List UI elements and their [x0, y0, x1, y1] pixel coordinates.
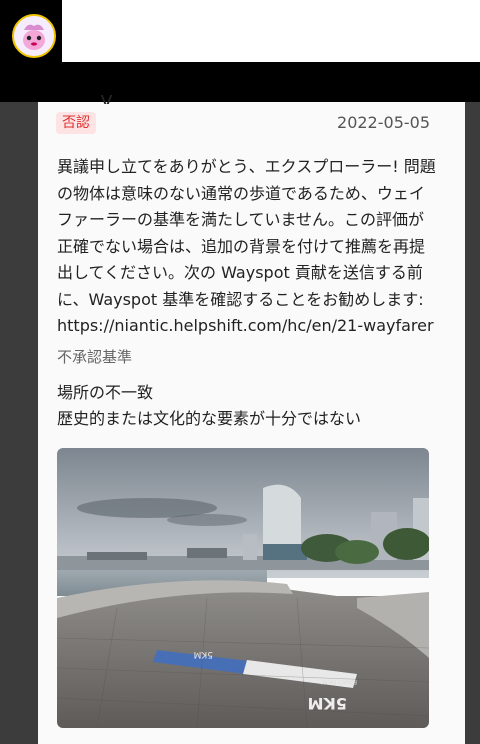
pavement-marking-far: 5KM	[194, 649, 213, 659]
message-line: 出してください。次の Wayspot 貢献を送信する前	[57, 263, 423, 282]
avatar[interactable]	[12, 14, 56, 58]
message-line: 異議申し立てをありがとう、エクスプローラー! 問題	[57, 157, 436, 176]
status-badge: 否認	[56, 112, 96, 134]
rejection-reasons: 場所の不一致 歴史的または文化的な要素が十分ではない	[57, 380, 361, 432]
rejection-criteria-title: 不承認基準	[57, 348, 133, 366]
rejection-message: 異議申し立てをありがとう、エクスプローラー! 問題 の物体は意味のない通常の歩道…	[57, 154, 436, 340]
reason-item: 歴史的または文化的な要素が十分ではない	[57, 409, 362, 428]
avatar-icon	[14, 16, 54, 56]
waterfront-walkway-image: 5KM 5KM RINKO PARK	[57, 448, 429, 728]
header-panel	[62, 0, 480, 62]
review-date: 2022-05-05	[337, 113, 430, 132]
pavement-marking-park: RINKO PARK	[320, 678, 357, 685]
message-line: 正確でない場合は、追加の背景を付けて推薦を再提	[57, 236, 426, 256]
message-line: に、Wayspot 基準を確認することをお勧めします:	[57, 289, 424, 309]
card-title-partial: y	[100, 90, 114, 104]
help-link[interactable]: https://niantic.helpshift.com/hc/en/21-w…	[57, 313, 434, 340]
reason-item: 場所の不一致	[57, 383, 154, 402]
message-line: ファーラーの基準を満たしていません。この評価が	[57, 210, 425, 229]
message-line: の物体は意味のない通常の歩道であるため、ウェイ	[57, 183, 425, 203]
pavement-marking-5km: 5KM	[308, 694, 347, 713]
submission-photo[interactable]: 5KM 5KM RINKO PARK	[57, 448, 429, 728]
